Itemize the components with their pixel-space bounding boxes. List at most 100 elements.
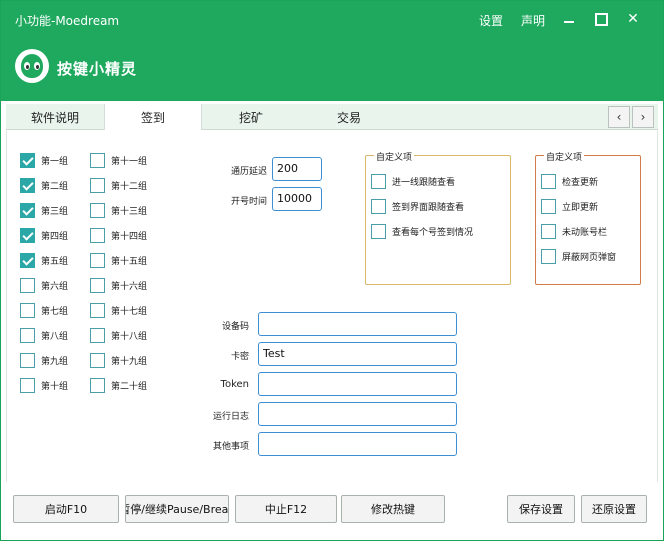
pause-button[interactable]: 暂停/继续Pause/Break (125, 495, 229, 523)
group-checkbox-row[interactable]: 第八组 (20, 328, 68, 343)
custom-option-row[interactable]: 签到界面跟随查看 (371, 199, 464, 214)
checkbox[interactable] (90, 303, 105, 318)
app-window: 小功能-Moedream 设置 声明 ✕ 按键小精灵 软件说明 签到 挖矿 交易… (0, 0, 664, 541)
group-checkbox-row[interactable]: 第二十组 (90, 378, 147, 393)
start-button[interactable]: 启动F10 (13, 495, 119, 523)
title-bar: 小功能-Moedream 设置 声明 ✕ 按键小精灵 (1, 1, 663, 101)
group-checkbox-row[interactable]: 第十二组 (90, 178, 147, 193)
checkbox-checked[interactable] (20, 153, 35, 168)
field-input[interactable]: Test (258, 342, 457, 366)
field-input[interactable] (258, 312, 457, 336)
checkbox[interactable] (541, 224, 556, 239)
field-input[interactable] (258, 432, 457, 456)
group-checkbox-row[interactable]: 第十五组 (90, 253, 147, 268)
group-checkbox-row[interactable]: 第三组 (20, 203, 68, 218)
field-input[interactable] (258, 402, 457, 426)
checkbox[interactable] (90, 378, 105, 393)
group-checkbox-row[interactable]: 第七组 (20, 303, 68, 318)
checkbox-label: 屏蔽网页弹窗 (562, 253, 617, 263)
change-hotkey-button[interactable]: 修改热键 (341, 495, 445, 523)
group-title: 自定义项 (544, 150, 585, 163)
custom-options-group-1: 自定义项 进一线跟随查看 签到界面跟随查看 查看每个号签到情况 (365, 150, 511, 285)
checkbox-checked[interactable] (20, 228, 35, 243)
checkbox[interactable] (371, 199, 386, 214)
custom-option-row[interactable]: 进一线跟随查看 (371, 174, 455, 189)
checkbox[interactable] (90, 278, 105, 293)
custom-option-row[interactable]: 查看每个号签到情况 (371, 224, 473, 239)
group-checkbox-row[interactable]: 第四组 (20, 228, 68, 243)
checkbox[interactable] (371, 174, 386, 189)
group-checkbox-row[interactable]: 第二组 (20, 178, 68, 193)
custom-option-row[interactable]: 检查更新 (541, 174, 598, 189)
checkbox-label: 进一线跟随查看 (392, 178, 456, 188)
checkbox[interactable] (371, 224, 386, 239)
custom-option-row[interactable]: 立即更新 (541, 199, 598, 214)
checkbox[interactable] (90, 353, 105, 368)
custom-option-row[interactable]: 屏蔽网页弹窗 (541, 249, 616, 264)
checkbox[interactable] (90, 253, 105, 268)
checkbox-label: 未动账号栏 (562, 228, 608, 238)
checkbox[interactable] (20, 303, 35, 318)
group-checkbox-row[interactable]: 第十一组 (90, 153, 147, 168)
group-checkbox-row[interactable]: 第十八组 (90, 328, 147, 343)
checkbox-label: 第十八组 (111, 332, 148, 342)
checkbox[interactable] (541, 174, 556, 189)
checkbox-label: 第三组 (41, 207, 69, 217)
checkbox[interactable] (20, 353, 35, 368)
field-input[interactable] (258, 372, 457, 396)
checkbox-label: 第十九组 (111, 357, 148, 367)
restore-settings-button[interactable]: 还原设置 (581, 495, 647, 523)
chevron-right-icon[interactable]: › (632, 106, 654, 128)
settings-link[interactable]: 设置 (479, 12, 503, 29)
maximize-icon[interactable] (589, 7, 613, 31)
checkbox-label: 签到界面跟随查看 (392, 203, 465, 213)
statement-link[interactable]: 声明 (521, 12, 545, 29)
chevron-left-icon[interactable]: ‹ (608, 106, 630, 128)
checkbox-checked[interactable] (20, 178, 35, 193)
checkbox[interactable] (90, 203, 105, 218)
checkbox-label: 第十组 (41, 382, 69, 392)
group-checkbox-row[interactable]: 第十七组 (90, 303, 147, 318)
checkbox[interactable] (90, 153, 105, 168)
group-checkbox-row[interactable]: 第十三组 (90, 203, 147, 218)
tab-sign-in[interactable]: 签到 (104, 104, 202, 130)
delay-label: 通历延迟 (230, 167, 267, 177)
checkbox-label: 第二十组 (111, 382, 148, 392)
minimize-icon[interactable] (557, 7, 581, 31)
field-label: 其他事项 (212, 442, 249, 452)
checkbox[interactable] (541, 249, 556, 264)
group-checkbox-row[interactable]: 第一组 (20, 153, 68, 168)
sign-in-panel: 第一组第二组第三组第四组第五组第六组第七组第八组第九组第十组 第十一组第十二组第… (6, 130, 658, 482)
tab-software-info[interactable]: 软件说明 (6, 104, 104, 130)
group-checkbox-row[interactable]: 第十六组 (90, 278, 147, 293)
close-icon[interactable]: ✕ (621, 7, 645, 31)
stop-button[interactable]: 中止F12 (235, 495, 337, 523)
save-settings-button[interactable]: 保存设置 (507, 495, 575, 523)
checkbox-label: 第七组 (41, 307, 69, 317)
field-label: 卡密 (230, 352, 249, 362)
group-checkbox-row[interactable]: 第十组 (20, 378, 68, 393)
checkbox[interactable] (90, 228, 105, 243)
checkbox-label: 第十三组 (111, 207, 148, 217)
checkbox-label: 第十六组 (111, 282, 148, 292)
group-checkbox-row[interactable]: 第十九组 (90, 353, 147, 368)
checkbox-checked[interactable] (20, 203, 35, 218)
checkbox[interactable] (90, 178, 105, 193)
checkbox[interactable] (20, 378, 35, 393)
checkbox-checked[interactable] (20, 253, 35, 268)
checkbox[interactable] (541, 199, 556, 214)
group-checkbox-row[interactable]: 第十四组 (90, 228, 147, 243)
tab-mining[interactable]: 挖矿 (202, 104, 300, 130)
group-checkbox-row[interactable]: 第九组 (20, 353, 68, 368)
checkbox[interactable] (90, 328, 105, 343)
checkbox[interactable] (20, 278, 35, 293)
tab-trade[interactable]: 交易 (300, 104, 398, 130)
checkbox-label: 第八组 (41, 332, 69, 342)
group-checkbox-row[interactable]: 第五组 (20, 253, 68, 268)
open-time-input[interactable]: 10000 (272, 187, 322, 211)
checkbox[interactable] (20, 328, 35, 343)
delay-input[interactable]: 200 (272, 157, 322, 181)
group-checkbox-row[interactable]: 第六组 (20, 278, 68, 293)
checkbox-label: 第五组 (41, 257, 69, 267)
custom-option-row[interactable]: 未动账号栏 (541, 224, 607, 239)
